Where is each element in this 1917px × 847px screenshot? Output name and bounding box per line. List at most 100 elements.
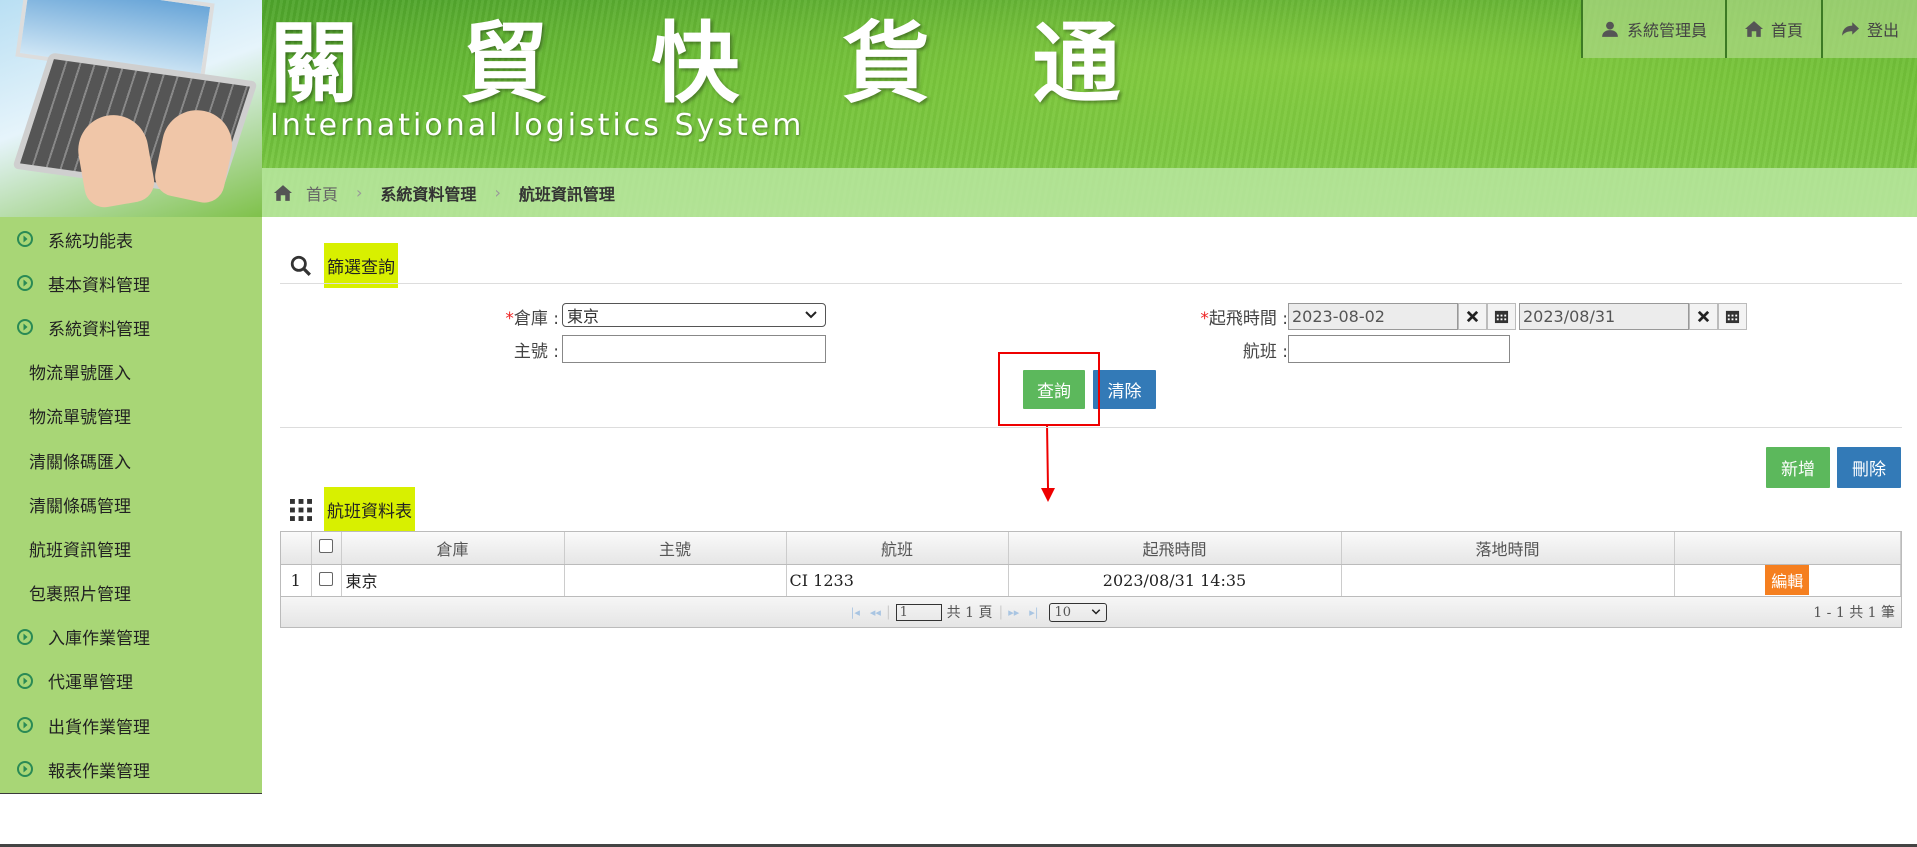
sidebar-item[interactable]: 物流單號匯入 [0,350,262,394]
next-page-icon[interactable]: ▸▸ [1008,606,1019,619]
record-summary: 1 - 1 共 1 筆 [1813,605,1895,621]
circle-play-icon [17,319,33,336]
sidebar-item-label: 系統資料管理 [48,319,150,340]
sidebar-item-label: 入庫作業管理 [48,629,150,650]
table-header-row: 倉庫 主號 航班 起飛時間 落地時間 [281,532,1901,565]
sidebar-item-label: 物流單號匯入 [29,364,131,385]
breadcrumb: 首頁 › 系統資料管理 › 航班資訊管理 [262,168,1917,217]
calendar-from-button[interactable] [1487,303,1516,330]
chevron-down-icon [1092,609,1101,615]
delete-button[interactable]: 刪除 [1837,447,1901,488]
breadcrumb-level1[interactable]: 系統資料管理 [380,181,476,205]
sidebar: 系統功能表基本資料管理 系統資料管理物流單號匯入物流單號管理 清關條碼匯入清關條碼管… [0,217,262,794]
add-button[interactable]: 新增 [1766,447,1830,488]
cell-master-no [564,564,787,597]
sidebar-item[interactable]: 代運單管理 [0,659,262,703]
warehouse-select[interactable]: 東京 [562,303,826,327]
home-label: 首頁 [1770,21,1803,40]
edit-button[interactable]: 編輯 [1765,565,1810,595]
annotation-highlight-box [998,352,1100,426]
cell-warehouse: 東京 [341,564,565,597]
top-nav: 系統管理員 首頁 登出 [1580,0,1917,58]
user-menu-button[interactable]: 系統管理員 [1580,0,1725,58]
sidebar-item[interactable]: 航班資訊管理 [0,526,262,570]
prev-page-icon[interactable]: ◂◂ [870,606,881,619]
sidebar-item[interactable]: 入庫作業管理 [0,615,262,659]
last-page-icon[interactable]: ▸| [1029,606,1038,619]
sidebar-item-label: 報表作業管理 [48,761,150,782]
column-header-arrival[interactable]: 落地時間 [1341,532,1675,565]
sidebar-item-label: 代運單管理 [48,673,133,694]
row-checkbox[interactable] [319,571,333,586]
clear-date-from-button[interactable] [1458,303,1487,330]
select-all-header [311,532,342,565]
sidebar-item[interactable]: 系統功能表 [0,217,262,261]
page-size-select[interactable]: 10 [1049,602,1108,622]
grid-icon [290,498,312,521]
sidebar-item[interactable]: 報表作業管理 [0,747,262,791]
logout-button[interactable]: 登出 [1820,0,1917,58]
master-no-label: 主號 : [513,342,559,362]
main-content: 篩選查詢 *倉庫 : 東京 *起飛時間 : 2023-08-02 2023/08… [262,217,1917,847]
sidebar-item-label: 出貨作業管理 [48,717,150,738]
first-page-icon[interactable]: |◂ [851,606,860,619]
breadcrumb-home-link[interactable]: 首頁 [306,181,338,205]
sidebar-item-label: 清關條碼管理 [29,496,131,517]
cell-actions: 編輯 [1674,564,1901,597]
user-label: 系統管理員 [1626,21,1707,40]
table-section-title: 航班資料表 [324,487,415,532]
page-size-value: 10 [1054,604,1072,620]
circle-play-icon [17,761,33,778]
column-header-flight[interactable]: 航班 [786,532,1009,565]
sidebar-item-label: 包裹照片管理 [29,585,131,606]
master-no-input[interactable] [562,335,826,363]
sidebar-item[interactable]: 清關條碼管理 [0,482,262,526]
departure-from-input[interactable]: 2023-08-02 [1288,303,1458,330]
column-header-departure[interactable]: 起飛時間 [1008,532,1342,565]
column-header-actions [1674,532,1901,565]
filter-section-header: 篩選查詢 [290,243,398,288]
page-number-input[interactable]: 1 [895,603,942,621]
calendar-to-button[interactable] [1718,303,1747,330]
clear-button[interactable]: 清除 [1093,370,1156,409]
column-header-master-no[interactable]: 主號 [564,532,787,565]
home-button[interactable]: 首頁 [1724,0,1821,58]
required-mark: * [1200,309,1209,329]
circle-play-icon [17,275,33,292]
circle-play-icon [17,717,33,734]
departure-to-input[interactable]: 2023/08/31 [1519,303,1689,330]
clear-date-to-button[interactable] [1689,303,1718,330]
select-all-checkbox[interactable] [319,539,333,554]
total-pages-text: 共 1 頁 [946,605,993,621]
search-icon [290,255,311,276]
user-icon [1602,21,1618,37]
calendar-icon [1725,310,1740,324]
close-icon [1697,310,1710,323]
calendar-icon [1494,310,1509,324]
chevron-down-icon [805,311,817,319]
warehouse-select-value: 東京 [567,307,600,326]
column-header-warehouse[interactable]: 倉庫 [341,532,565,565]
breadcrumb-separator: › [494,183,501,202]
brand-subtitle: International logistics System [270,108,805,143]
divider [280,427,1902,428]
sidebar-item-label: 系統功能表 [48,231,133,252]
sidebar-item[interactable]: 物流單號管理 [0,394,262,438]
sidebar-item[interactable]: 清關條碼匯入 [0,438,262,482]
brand-title: 關 貿 快 貨 通 [270,12,1157,115]
sidebar-item[interactable]: 系統資料管理 [0,305,262,349]
flight-data-table: 倉庫 主號 航班 起飛時間 落地時間 1 東京 CI 1233 2023/08/… [280,531,1902,628]
table-row[interactable]: 1 東京 CI 1233 2023/08/31 14:35 編輯 [281,564,1901,597]
annotation-arrow [1041,424,1055,502]
flight-input[interactable] [1288,335,1510,363]
sidebar-item[interactable]: 出貨作業管理 [0,703,262,747]
sidebar-item[interactable]: 包裹照片管理 [0,571,262,615]
header-banner: 關 貿 快 貨 通 International logistics System… [0,0,1917,217]
row-number: 1 [281,564,312,597]
sidebar-item-label: 基本資料管理 [48,275,150,296]
pagination-bar: |◂ ◂◂ | 1 共 1 頁 | ▸▸ ▸| 10 1 - 1 共 1 筆 [281,597,1901,627]
table-section-header: 航班資料表 [290,487,415,532]
close-icon [1466,310,1479,323]
circle-play-icon [17,231,33,248]
sidebar-item[interactable]: 基本資料管理 [0,261,262,305]
